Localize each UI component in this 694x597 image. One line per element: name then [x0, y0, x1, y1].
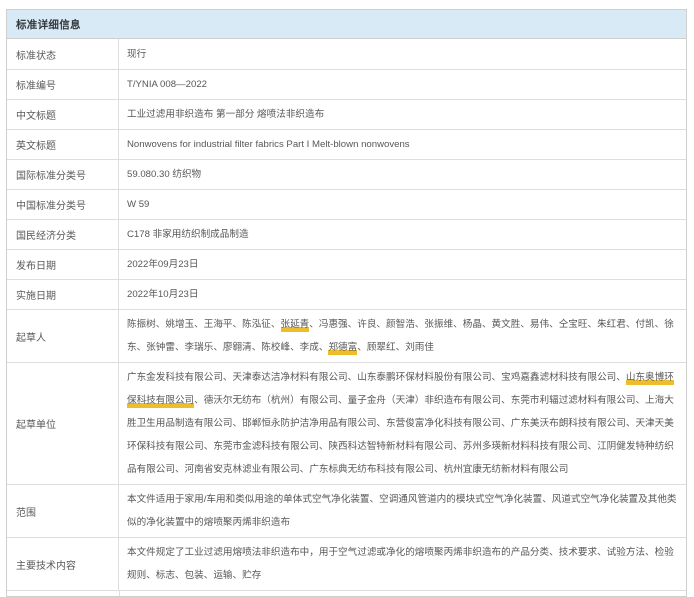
value-text: 2022年10月23日: [127, 289, 198, 300]
row-label: 起草单位: [7, 363, 119, 484]
value-text: 广东金发科技有限公司、天津泰达洁净材料有限公司、山东泰鹏环保材料股份有限公司、宝…: [127, 372, 626, 383]
value-text: Nonwovens for industrial filter fabrics …: [127, 139, 410, 150]
row-value: T/YNIA 008—2022: [119, 70, 686, 99]
row-label: 标准编号: [7, 70, 119, 99]
row-value: W 59: [119, 190, 686, 219]
row-label: 英文标题: [7, 130, 119, 159]
value-text: 现行: [127, 49, 146, 60]
detail-rows: 标准状态现行标准编号 T/YNIA 008—2022 中文标题工业过滤用非织造布 第…: [7, 39, 686, 590]
table-row: 英文标题 Nonwovens for industrial filter fabr…: [7, 129, 686, 159]
row-label: 范围: [7, 485, 119, 537]
value-text: 工业过滤用非织造布 第一部分 熔喷法非织造布: [127, 109, 324, 120]
row-value: 陈振树、姚增玉、王海平、陈泓征、张延青、冯惠强、许良、颜智浩、张振维、杨晶、黄文…: [119, 310, 686, 362]
row-value: 2022年09月23日: [119, 250, 686, 279]
panel-title: 标准详细信息: [7, 10, 686, 39]
table-row: 国际标准分类号 59.080.30 纺织物: [7, 159, 686, 189]
row-label: 发布日期: [7, 250, 119, 279]
row-label: 标准状态: [7, 39, 119, 69]
table-row: 起草人陈振树、姚增玉、王海平、陈泓征、张延青、冯惠强、许良、颜智浩、张振维、杨晶…: [7, 309, 686, 362]
row-value: 广东金发科技有限公司、天津泰达洁净材料有限公司、山东泰鹏环保材料股份有限公司、宝…: [119, 363, 686, 484]
standard-detail-panel: 标准详细信息 标准状态现行标准编号 T/YNIA 008—2022 中文标题工业过滤…: [6, 9, 687, 597]
row-value: 工业过滤用非织造布 第一部分 熔喷法非织造布: [119, 100, 686, 129]
value-text: 、德沃尔无纺布（杭州）有限公司、量子金舟（天津）非织造布有限公司、东莞市利辐过滤…: [127, 395, 674, 475]
row-label: 国际标准分类号: [7, 160, 119, 189]
value-text: 59.080.30 纺织物: [127, 169, 201, 180]
row-value: 本文件适用于家用/车用和类似用途的单体式空气净化装置、空调通风管道内的模块式空气…: [119, 485, 686, 537]
value-text: W 59: [127, 199, 149, 210]
row-value: 2022年10月23日: [119, 280, 686, 309]
standard-detail-page: 标准详细信息 标准状态现行标准编号 T/YNIA 008—2022 中文标题工业过滤…: [0, 0, 694, 597]
value-text: 本文件适用于家用/车用和类似用途的单体式空气净化装置、空调通风管道内的模块式空气…: [127, 494, 677, 528]
value-text: 、顾翠红、刘雨佳: [357, 342, 434, 353]
table-row: 国民经济分类 C178 非家用纺织制成品制造: [7, 219, 686, 249]
row-label: 中国标准分类号: [7, 190, 119, 219]
table-row: 实施日期 2022年10月23日: [7, 279, 686, 309]
table-row: 起草单位广东金发科技有限公司、天津泰达洁净材料有限公司、山东泰鹏环保材料股份有限…: [7, 362, 686, 484]
row-value: 现行: [119, 39, 686, 69]
value-text: 2022年09月23日: [127, 259, 198, 270]
row-label: 国民经济分类: [7, 220, 119, 249]
partial-label-cell: [7, 591, 120, 596]
table-row: 范围本文件适用于家用/车用和类似用途的单体式空气净化装置、空调通风管道内的模块式…: [7, 484, 686, 537]
table-row: 中文标题工业过滤用非织造布 第一部分 熔喷法非织造布: [7, 99, 686, 129]
highlight-mark: 张延青: [281, 319, 310, 332]
highlight-mark: 郑德富: [328, 342, 357, 355]
table-row: 标准编号 T/YNIA 008—2022: [7, 69, 686, 99]
row-value: C178 非家用纺织制成品制造: [119, 220, 686, 249]
row-label: 主要技术内容: [7, 538, 119, 590]
table-row: 主要技术内容本文件规定了工业过滤用熔喷法非织造布中，用于空气过滤或净化的熔喷聚丙…: [7, 537, 686, 590]
value-text: T/YNIA 008—2022: [127, 79, 207, 90]
row-value: 59.080.30 纺织物: [119, 160, 686, 189]
table-row: 标准状态现行: [7, 39, 686, 69]
row-label: 起草人: [7, 310, 119, 362]
partial-next-row: [7, 590, 686, 596]
row-label: 中文标题: [7, 100, 119, 129]
value-text: C178 非家用纺织制成品制造: [127, 229, 249, 240]
row-value: 本文件规定了工业过滤用熔喷法非织造布中，用于空气过滤或净化的熔喷聚丙烯非织造布的…: [119, 538, 686, 590]
partial-value-cell: [120, 591, 686, 596]
value-text: 陈振树、姚增玉、王海平、陈泓征、: [127, 319, 281, 330]
table-row: 中国标准分类号 W 59: [7, 189, 686, 219]
row-value: Nonwovens for industrial filter fabrics …: [119, 130, 686, 159]
table-row: 发布日期 2022年09月23日: [7, 249, 686, 279]
row-label: 实施日期: [7, 280, 119, 309]
